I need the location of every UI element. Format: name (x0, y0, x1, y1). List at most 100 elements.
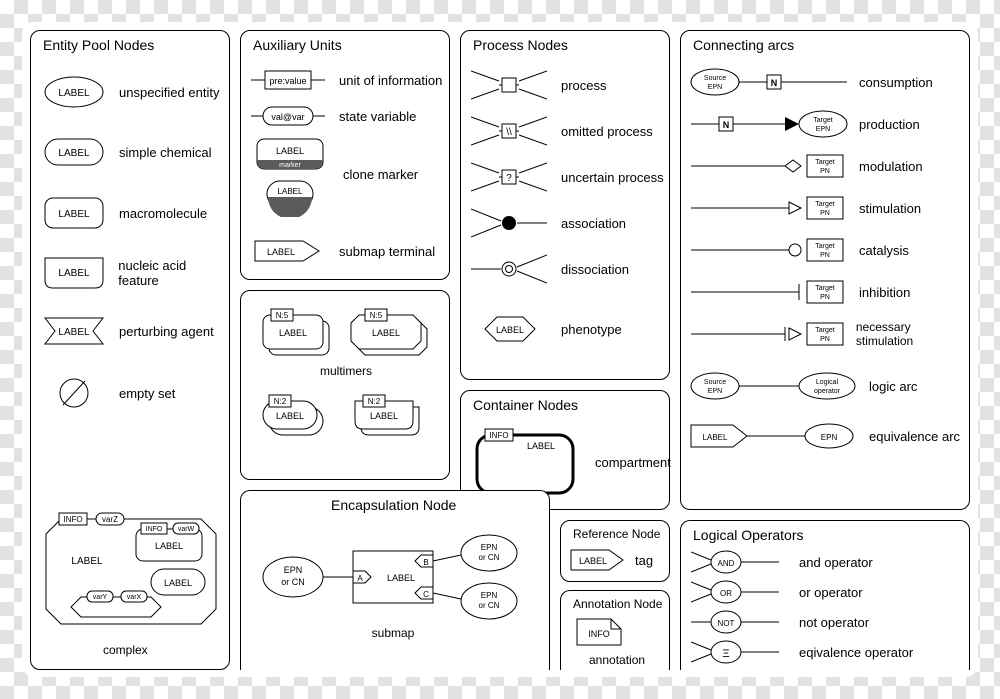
svg-text:Target: Target (815, 327, 835, 334)
glyph-arc-stimulation: TargetPN (689, 193, 849, 223)
label: phenotype (561, 322, 622, 337)
label: simple chemical (119, 145, 211, 160)
glyph-op-not: NOT (691, 609, 781, 635)
svg-text:Source: Source (704, 379, 726, 386)
label: dissociation (561, 262, 629, 277)
svg-text:Source: Source (704, 75, 726, 82)
label: catalysis (859, 243, 909, 258)
svg-text:N: N (771, 78, 778, 88)
svg-text:multimers: multimers (320, 364, 372, 378)
panel-title: Annotation Node (573, 597, 662, 611)
panel-logical: Logical Operators AND and operator OR or… (680, 520, 970, 670)
svg-text:varY: varY (93, 594, 108, 601)
svg-text:LABEL: LABEL (58, 327, 90, 338)
glyph-process (471, 67, 547, 103)
label: compartment (595, 455, 671, 470)
label: perturbing agent (119, 324, 214, 339)
glyph-submap: EPNor CN LABEL A B C EPNor CN EPNor CN s… (241, 517, 551, 657)
svg-text:AND: AND (718, 559, 735, 568)
glyph-complex: INFO varZ LABEL INFO varW LABEL LABEL va… (41, 509, 221, 639)
diagram-canvas: Entity Pool Nodes LABEL unspecified enti… (22, 22, 978, 677)
glyph-arc-production: N TargetEPN (689, 109, 849, 139)
svg-text:PN: PN (820, 252, 830, 259)
svg-text:LABEL: LABEL (279, 328, 307, 338)
svg-text:N:2: N:2 (274, 397, 287, 406)
svg-text:N:2: N:2 (368, 397, 381, 406)
svg-text:EPN: EPN (708, 84, 722, 91)
glyph-unspecified-entity: LABEL (43, 75, 105, 109)
svg-text:varX: varX (127, 594, 142, 601)
panel-title: Reference Node (573, 527, 660, 541)
glyph-tag: LABEL (569, 547, 627, 573)
svg-text:A: A (357, 574, 363, 583)
svg-text:EPN: EPN (284, 565, 303, 575)
svg-text:EPN: EPN (816, 126, 830, 133)
svg-text:EPN: EPN (821, 433, 838, 442)
svg-text:INFO: INFO (489, 431, 508, 440)
svg-text:or CN: or CN (281, 577, 305, 587)
label: annotation (589, 653, 645, 667)
svg-text:or CN: or CN (479, 553, 500, 562)
panel-title: Logical Operators (693, 527, 804, 543)
label: modulation (859, 159, 923, 174)
label: tag (635, 553, 653, 568)
svg-text:val@var: val@var (271, 112, 304, 122)
svg-text:LABEL: LABEL (276, 411, 304, 421)
svg-text:LABEL: LABEL (155, 541, 183, 551)
glyph-arc-catalysis: Target PN (689, 235, 849, 265)
label: equivalence arc (869, 429, 960, 444)
svg-text:LABEL: LABEL (372, 328, 400, 338)
svg-text:PN: PN (820, 336, 830, 343)
svg-text:LABEL: LABEL (164, 578, 192, 588)
glyph-arc-consumption: Source EPN N (689, 67, 849, 97)
panel-annotation: Annotation Node INFO annotation (560, 590, 670, 670)
panel-title: Encapsulation Node (331, 497, 456, 513)
svg-text:LABEL: LABEL (278, 187, 303, 196)
label: consumption (859, 75, 933, 90)
svg-text:Target: Target (815, 243, 835, 250)
glyph-submap-terminal: LABEL (251, 237, 325, 265)
label: state variable (339, 109, 416, 124)
svg-text:LABEL: LABEL (370, 411, 398, 421)
panel-entity-pool: Entity Pool Nodes LABEL unspecified enti… (30, 30, 230, 670)
label: unit of information (339, 73, 442, 88)
label: macromolecule (119, 206, 207, 221)
svg-text:submap: submap (372, 626, 415, 640)
label: nucleic acid feature (118, 258, 229, 288)
glyph-association (471, 205, 547, 241)
panel-title: Entity Pool Nodes (43, 37, 154, 53)
glyph-nucleic-acid: LABEL (43, 255, 104, 291)
panel-process: Process Nodes process \\ omitted process… (460, 30, 670, 380)
panel-title: Container Nodes (473, 397, 578, 413)
svg-text:LABEL: LABEL (703, 433, 728, 442)
svg-text:LABEL: LABEL (527, 441, 555, 451)
svg-text:marker: marker (279, 162, 301, 169)
svg-text:LABEL: LABEL (387, 573, 415, 583)
label: production (859, 117, 920, 132)
panel-title: Connecting arcs (693, 37, 794, 53)
svg-text:or CN: or CN (479, 601, 500, 610)
svg-text:pre:value: pre:value (269, 76, 306, 86)
label: unspecified entity (119, 85, 219, 100)
panel-auxiliary: Auxiliary Units pre:value unit of inform… (240, 30, 450, 280)
label: empty set (119, 386, 175, 401)
glyph-macromolecule: LABEL (43, 195, 105, 231)
label: stimulation (859, 201, 921, 216)
glyph-label: LABEL (58, 88, 90, 99)
glyph-op-equivalence: Ξ (691, 639, 781, 665)
svg-text:C: C (423, 590, 429, 599)
glyph-dissociation (471, 251, 547, 287)
svg-text:operator: operator (814, 388, 841, 395)
svg-text:varZ: varZ (102, 515, 118, 524)
glyph-op-or: OR (691, 579, 781, 605)
caption-complex: complex (103, 643, 148, 657)
glyph-unit-of-information: pre:value (251, 69, 325, 91)
label: and operator (799, 555, 873, 570)
label: eqivalence operator (799, 645, 913, 660)
glyph-empty-set (43, 375, 105, 411)
glyph-simple-chemical: LABEL (43, 135, 105, 169)
svg-text:LABEL: LABEL (58, 148, 90, 159)
svg-text:PN: PN (820, 294, 830, 301)
glyph-uncertain-process: ? (471, 159, 547, 195)
glyph-annotation: INFO (575, 617, 625, 655)
